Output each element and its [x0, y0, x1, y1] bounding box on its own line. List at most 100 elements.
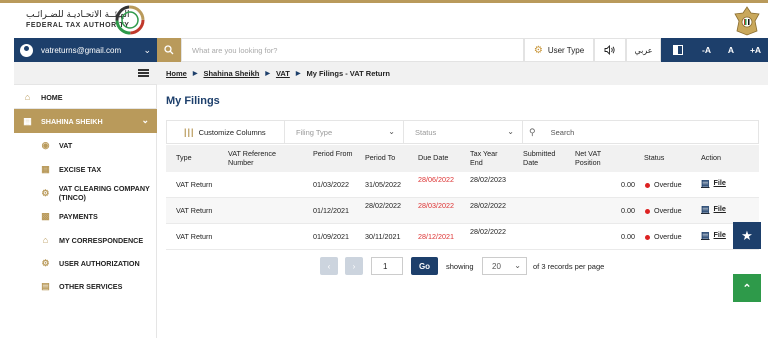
sidebar-item-excise-tax[interactable]: ▦ EXCISE TAX: [14, 157, 157, 181]
status-label: Overdue: [654, 206, 682, 215]
chevron-down-icon: ⌄: [388, 127, 395, 136]
per-page-select[interactable]: 20 ⌄: [482, 257, 527, 275]
showing-label: showing: [446, 261, 474, 271]
column-header[interactable]: Net VAT Position: [575, 149, 615, 167]
contrast-toggle[interactable]: [661, 38, 694, 62]
uae-emblem-icon: [734, 6, 760, 36]
speaker-icon: [604, 45, 615, 55]
column-header[interactable]: Status: [644, 153, 664, 163]
search-button[interactable]: [157, 38, 181, 62]
cell-type: VAT Return: [176, 232, 213, 241]
user-type-button[interactable]: ⚙ User Type: [524, 38, 594, 62]
sidebar-item-label: EXCISE TAX: [59, 164, 102, 174]
go-button[interactable]: Go: [411, 257, 438, 275]
favorite-button[interactable]: ★: [733, 222, 761, 249]
chevron-down-icon: ⌄: [507, 127, 514, 136]
cell-period-to: 31/05/2022: [365, 180, 401, 189]
column-header[interactable]: Type: [176, 153, 192, 163]
per-page-value: 20: [492, 261, 501, 271]
language-toggle[interactable]: عربي: [626, 38, 661, 62]
column-header[interactable]: Period To: [365, 153, 395, 163]
hamburger-menu-icon[interactable]: [138, 69, 149, 77]
overdue-dot-icon: [645, 234, 650, 240]
breadcrumb: Home ▶ Shahina Sheikh ▶ VAT ▶ My Filings…: [157, 62, 768, 85]
sidebar-toggle-row: [14, 62, 157, 85]
cell-due-date: 28/03/2022: [418, 201, 454, 210]
breadcrumb-link-vat[interactable]: VAT: [276, 69, 290, 78]
status-badge: Overdue: [645, 180, 682, 190]
font-decrease-button[interactable]: -A: [694, 38, 719, 62]
table-search-input[interactable]: ⚲ Search: [523, 121, 759, 143]
sidebar-item-payments[interactable]: ▩ PAYMENTS: [14, 204, 157, 228]
breadcrumb-link-profile[interactable]: Shahina Sheikh: [203, 69, 259, 78]
file-link[interactable]: ▤ File: [701, 204, 726, 214]
audio-button[interactable]: [594, 38, 626, 62]
sidebar-item-vat[interactable]: ◉ VAT: [14, 133, 157, 157]
document-icon: ▤: [41, 280, 50, 291]
table-search-placeholder: Search: [550, 127, 575, 137]
scroll-to-top-button[interactable]: ⌃: [733, 274, 761, 302]
column-header[interactable]: Submitted Date: [523, 149, 568, 167]
column-header[interactable]: Tax Year End: [470, 149, 510, 167]
sidebar-item-user-authorization[interactable]: ⚙ USER AUTHORIZATION: [14, 251, 157, 275]
chevron-down-icon: ⌄: [141, 115, 149, 125]
file-link[interactable]: ▤ File: [701, 178, 726, 188]
status-placeholder: Status: [415, 127, 437, 137]
cell-tax-year-end: 28/02/2022: [470, 201, 506, 210]
sidebar-item-label: VAT: [59, 140, 73, 150]
overdue-dot-icon: [645, 182, 650, 188]
sidebar-item-label: SHAHINA SHEIKH: [41, 116, 103, 126]
filing-type-select[interactable]: Filing Type ⌄: [285, 121, 404, 143]
customize-columns-label: Customize Columns: [198, 127, 266, 137]
file-link[interactable]: ▤ File: [701, 230, 726, 240]
sidebar-item-other-services[interactable]: ▤ OTHER SERVICES: [14, 274, 157, 298]
chevron-left-icon: ‹: [327, 261, 331, 271]
contrast-icon: [672, 45, 683, 55]
file-label: File: [713, 230, 726, 239]
prev-page-button[interactable]: ‹: [320, 257, 338, 275]
cell-net-vat: 0.00: [621, 232, 635, 241]
status-label: Overdue: [654, 180, 682, 189]
star-icon: ★: [741, 227, 753, 243]
double-chevron-up-icon: ⌃: [742, 282, 752, 295]
column-header[interactable]: Due Date: [418, 153, 448, 163]
sidebar-item-label: VAT CLEARING COMPANY (TINCO): [58, 184, 150, 202]
breadcrumb-link-home[interactable]: Home: [166, 69, 187, 78]
account-menu-button[interactable]: vatreturns@gmail.com ⌄: [14, 38, 157, 62]
status-badge: Overdue: [645, 232, 682, 242]
authority-name-english: FEDERAL TAX AUTHORITY: [26, 22, 130, 29]
customize-columns-button[interactable]: ||| Customize Columns: [167, 121, 285, 143]
file-document-icon: ▤: [701, 178, 710, 188]
page-number-input[interactable]: 1: [371, 257, 403, 275]
sidebar-item-label: PAYMENTS: [59, 211, 98, 221]
chevron-right-icon: ›: [352, 261, 356, 271]
records-per-page-text: of 3 records per page: [533, 261, 605, 271]
next-page-button[interactable]: ›: [345, 257, 363, 275]
overdue-dot-icon: [645, 208, 650, 214]
user-gear-icon: ⚙: [41, 257, 50, 268]
font-normal-button[interactable]: A: [719, 38, 743, 62]
filing-type-placeholder: Filing Type: [296, 127, 333, 137]
sidebar-item-home[interactable]: ⌂ HOME: [14, 86, 157, 109]
user-gear-icon: ⚙: [41, 187, 50, 198]
cell-type: VAT Return: [176, 206, 213, 215]
sidebar-item-profile[interactable]: ▦ SHAHINA SHEIKH ⌄: [14, 109, 157, 133]
column-header[interactable]: Period From: [313, 149, 353, 159]
gear-icon: ⚙: [533, 44, 543, 56]
status-select[interactable]: Status ⌄: [404, 121, 523, 143]
sidebar-item-correspondence[interactable]: ⌂ MY CORRESPONDENCE: [14, 228, 157, 252]
cell-period-from: 01/09/2021: [313, 232, 349, 241]
fta-logo-icon[interactable]: [115, 5, 145, 35]
search-icon: [164, 45, 174, 55]
file-label: File: [713, 204, 726, 213]
filter-bar: ||| Customize Columns Filing Type ⌄ Stat…: [166, 120, 759, 144]
file-document-icon: ▤: [701, 230, 710, 240]
sidebar-item-tinco[interactable]: ⚙ VAT CLEARING COMPANY (TINCO): [14, 180, 157, 206]
global-search-input[interactable]: What are you looking for?: [181, 38, 524, 62]
column-header[interactable]: VAT Reference Number: [228, 149, 298, 167]
cell-period-from: 01/03/2022: [313, 180, 349, 189]
global-search-placeholder: What are you looking for?: [192, 45, 278, 55]
table-row: VAT Return 01/03/2022 31/05/2022 28/06/2…: [166, 172, 759, 198]
table-header: Type VAT Reference Number Period From Pe…: [166, 145, 759, 172]
font-increase-button[interactable]: +A: [743, 38, 768, 62]
